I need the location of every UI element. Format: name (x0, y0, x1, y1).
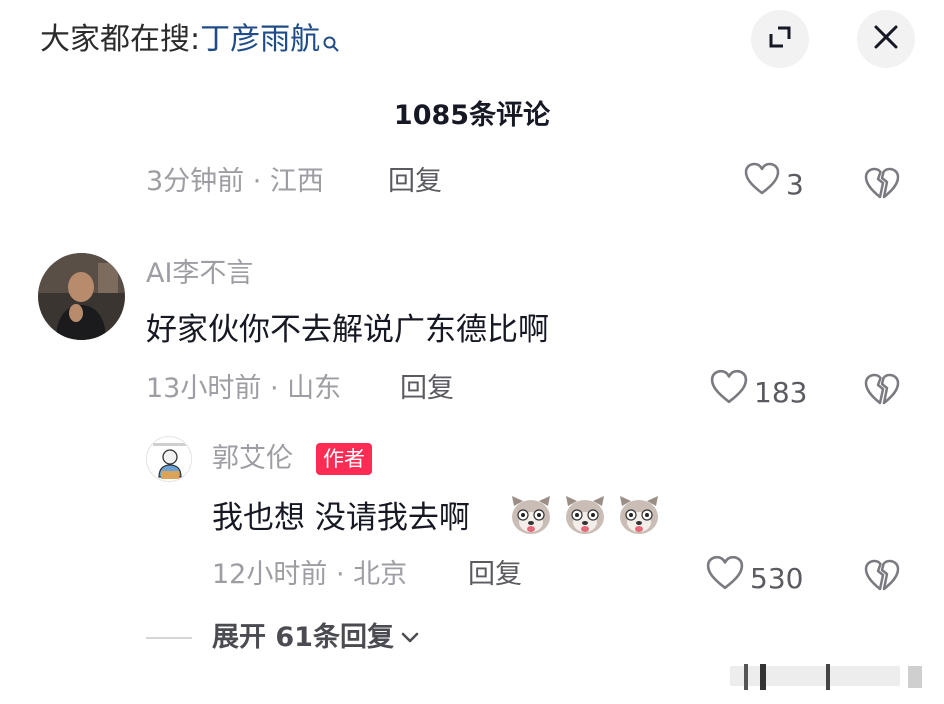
close-icon (873, 24, 899, 54)
comment-count-title: 1085条评论 (393, 100, 551, 131)
search-icon (322, 22, 340, 66)
expand-button[interactable] (751, 10, 809, 68)
expand-replies-label: 展开 61条回复 (212, 622, 394, 653)
comment-content: 好家伙你不去解说广东德比啊 (146, 312, 549, 348)
search-keyword[interactable]: 丁彦雨航 (200, 22, 320, 57)
reply-content: 我也想 没请我去啊 (212, 500, 470, 536)
like-count: 3 (786, 167, 804, 201)
comment-time-location: 3分钟前 · 江西 (146, 166, 324, 197)
divider (146, 637, 192, 639)
like-button[interactable]: 3 (744, 162, 804, 207)
dog-face-emoji (562, 492, 608, 542)
emoji-group (508, 492, 662, 542)
search-prefix: 大家都在搜: (40, 22, 201, 57)
chevron-down-icon (400, 631, 420, 645)
broken-heart-icon (864, 372, 900, 410)
expand-icon (766, 23, 794, 55)
heart-icon (706, 555, 744, 602)
comment-username[interactable]: AI李不言 (146, 254, 253, 294)
author-badge: 作者 (316, 443, 372, 475)
dislike-button[interactable] (864, 372, 900, 410)
like-count: 530 (750, 561, 804, 595)
dislike-button[interactable] (864, 166, 900, 204)
reply-button[interactable]: 回复 (468, 555, 522, 595)
close-button[interactable] (857, 10, 915, 68)
dog-face-emoji (508, 492, 554, 542)
broken-heart-icon (864, 166, 900, 204)
like-button[interactable]: 530 (706, 555, 803, 602)
dog-face-emoji (616, 492, 662, 542)
broken-heart-icon (864, 558, 900, 596)
dislike-button[interactable] (864, 558, 900, 596)
watermark-logo (730, 660, 930, 698)
avatar[interactable] (38, 253, 125, 340)
expand-replies-button[interactable]: 展开 61条回复 (146, 618, 420, 658)
reply-button[interactable]: 回复 (400, 369, 454, 409)
comment-time-location: 13小时前 · 山东 (146, 373, 342, 404)
heart-icon (744, 162, 780, 207)
reply-avatar[interactable] (146, 436, 192, 482)
reply-button[interactable]: 回复 (388, 162, 442, 202)
heart-icon (710, 369, 748, 416)
search-suggestion[interactable]: 大家都在搜:丁彦雨航 (40, 18, 340, 66)
like-button[interactable]: 183 (710, 369, 807, 416)
like-count: 183 (754, 375, 808, 409)
reply-username[interactable]: 郭艾伦 (212, 439, 293, 479)
reply-time-location: 12小时前 · 北京 (212, 559, 408, 590)
